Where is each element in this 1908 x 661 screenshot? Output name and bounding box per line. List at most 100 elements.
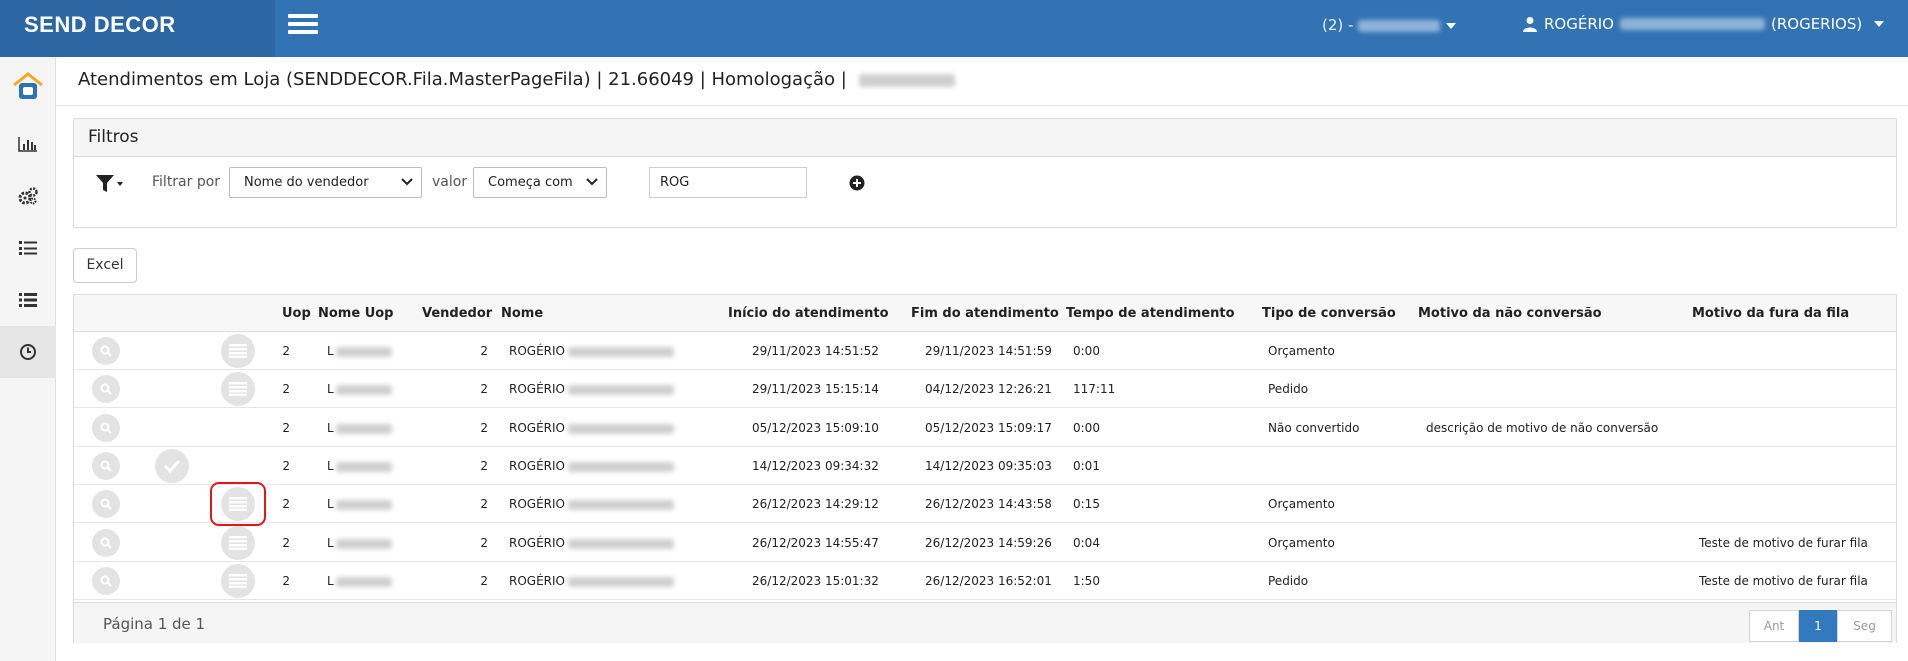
filters-panel: Filtros Filtrar por Nome do vendedor val… bbox=[73, 118, 1897, 228]
col-fim[interactable]: Fim do atendimento bbox=[911, 306, 1059, 321]
excel-export-button[interactable]: Excel bbox=[73, 248, 137, 283]
cell-tipo: Orçamento bbox=[1268, 344, 1335, 358]
filter-operator-select[interactable]: Começa com bbox=[473, 167, 607, 198]
environment-redacted bbox=[858, 73, 955, 87]
col-motivo-fura[interactable]: Motivo da fura da fila bbox=[1692, 306, 1849, 321]
filter-field-select[interactable]: Nome do vendedor bbox=[229, 167, 422, 198]
col-motivo-nao[interactable]: Motivo da não conversão bbox=[1418, 306, 1602, 321]
cell-vendedor: 2 bbox=[480, 535, 488, 550]
view-button[interactable] bbox=[92, 490, 120, 519]
user-menu[interactable]: ROGÉRIO (ROGERIOS) bbox=[1522, 15, 1885, 33]
table-row[interactable]: 2 L 2 ROGÉRIO 14/12/2023 09:34:32 14/12/2023 … bbox=[74, 447, 1896, 485]
table-row[interactable]: 2 L 2 ROGÉRIO 29/11/2023 15:15:14 04/12/2023 … bbox=[74, 370, 1896, 409]
store-selector[interactable]: (2) - bbox=[1322, 16, 1457, 34]
prev-page-button[interactable]: Ant bbox=[1749, 610, 1799, 642]
pagination: Ant 1 Seg bbox=[1749, 610, 1892, 642]
cell-inicio: 29/11/2023 14:51:52 bbox=[752, 344, 879, 358]
col-inicio[interactable]: Início do atendimento bbox=[728, 306, 889, 321]
search-icon bbox=[100, 383, 112, 396]
details-button[interactable] bbox=[221, 563, 255, 598]
cell-fim: 05/12/2023 15:09:17 bbox=[925, 420, 1052, 435]
nome-uop-redacted bbox=[336, 423, 392, 434]
clock-icon bbox=[20, 344, 36, 360]
table-row[interactable]: 2 L 2 ROGÉRIO 29/11/2023 14:51:52 29/11/2023 … bbox=[74, 332, 1896, 370]
chevron-down-icon bbox=[1446, 22, 1457, 29]
cell-tempo: 117:11 bbox=[1073, 382, 1116, 397]
col-vendedor[interactable]: Vendedor bbox=[422, 306, 492, 321]
table-header: Uop Nome Uop Vendedor Nome Início do ate… bbox=[74, 295, 1896, 332]
col-tipo[interactable]: Tipo de conversão bbox=[1262, 306, 1396, 321]
page-title: Atendimentos em Loja (SENDDECOR.Fila.Mas… bbox=[78, 69, 955, 90]
cell-uop: 2 bbox=[282, 420, 290, 435]
view-button[interactable] bbox=[92, 337, 120, 365]
next-page-button[interactable]: Seg bbox=[1837, 610, 1892, 642]
menu-icon[interactable] bbox=[288, 14, 318, 36]
view-button[interactable] bbox=[92, 566, 120, 595]
cell-tempo: 1:50 bbox=[1073, 573, 1100, 588]
cell-nome-uop: L bbox=[327, 458, 334, 473]
nome-redacted bbox=[568, 461, 674, 472]
filter-value-input[interactable]: ROG bbox=[649, 167, 807, 198]
col-tempo[interactable]: Tempo de atendimento bbox=[1066, 306, 1235, 321]
cell-nome: ROGÉRIO bbox=[509, 497, 565, 512]
details-button[interactable] bbox=[221, 334, 255, 368]
store-name-redacted bbox=[1358, 19, 1441, 32]
view-button[interactable] bbox=[92, 413, 120, 442]
page-1-button[interactable]: 1 bbox=[1799, 610, 1837, 642]
bar-chart-icon bbox=[18, 137, 37, 152]
nome-redacted bbox=[568, 385, 674, 396]
nome-uop-redacted bbox=[336, 461, 392, 472]
cell-tempo: 0:00 bbox=[1073, 420, 1100, 435]
filter-funnel-button[interactable] bbox=[95, 174, 125, 198]
cell-fim: 04/12/2023 12:26:21 bbox=[925, 382, 1052, 397]
col-nome-uop[interactable]: Nome Uop bbox=[318, 306, 394, 321]
cell-inicio: 26/12/2023 14:55:47 bbox=[752, 535, 879, 550]
sidebar-item-reports[interactable] bbox=[0, 118, 56, 170]
view-button[interactable] bbox=[92, 528, 120, 557]
cell-tempo: 0:04 bbox=[1073, 535, 1100, 550]
sidebar-item-settings[interactable] bbox=[0, 170, 56, 222]
gears-icon bbox=[18, 187, 38, 205]
list-details-icon bbox=[229, 535, 247, 550]
cell-uop: 2 bbox=[282, 382, 290, 397]
cell-vendedor: 2 bbox=[480, 420, 488, 435]
table-row[interactable]: 2 L 2 ROGÉRIO 26/12/2023 15:01:32 26/12/2023 … bbox=[74, 562, 1896, 600]
sidebar-item-queue[interactable] bbox=[0, 222, 56, 274]
table-row[interactable]: 2 L 2 ROGÉRIO 26/12/2023 14:29:12 26/12/2023 … bbox=[74, 482, 1896, 527]
add-filter-button[interactable] bbox=[849, 175, 865, 195]
cell-nome: ROGÉRIO bbox=[509, 535, 565, 550]
details-button[interactable] bbox=[221, 525, 255, 560]
col-uop[interactable]: Uop bbox=[282, 306, 311, 321]
cell-motivo-fura: Teste de motivo de furar fila bbox=[1699, 573, 1868, 588]
top-bar: SEND DECOR (2) - ROGÉRIO (ROGERIOS) bbox=[0, 0, 1908, 57]
cell-inicio: 29/11/2023 15:15:14 bbox=[752, 382, 879, 397]
cell-vendedor: 2 bbox=[480, 573, 488, 588]
confirm-button[interactable] bbox=[155, 448, 189, 483]
view-button[interactable] bbox=[92, 375, 120, 404]
sidebar-item-home[interactable] bbox=[0, 61, 56, 113]
list-details-icon bbox=[229, 382, 247, 397]
cell-vendedor: 2 bbox=[480, 344, 488, 358]
sidebar-item-history[interactable] bbox=[0, 326, 56, 378]
cell-nome-uop: L bbox=[327, 535, 334, 550]
search-icon bbox=[100, 422, 112, 434]
search-icon bbox=[100, 575, 112, 587]
cell-nome: ROGÉRIO bbox=[509, 458, 565, 473]
details-button[interactable] bbox=[221, 372, 255, 407]
check-icon bbox=[163, 459, 181, 473]
page-info: Página 1 de 1 bbox=[103, 615, 206, 633]
col-nome[interactable]: Nome bbox=[501, 306, 543, 321]
brand-logo[interactable]: SEND DECOR bbox=[0, 0, 275, 57]
cell-uop: 2 bbox=[282, 458, 290, 473]
cell-uop: 2 bbox=[282, 573, 290, 588]
sidebar-item-list[interactable] bbox=[0, 274, 56, 326]
cell-tipo: Não convertido bbox=[1268, 420, 1360, 435]
user-icon bbox=[1523, 17, 1537, 32]
table-row[interactable]: 2 L 2 ROGÉRIO 05/12/2023 15:09:10 05/12/2023 … bbox=[74, 409, 1896, 447]
nome-redacted bbox=[568, 576, 674, 587]
value-label: valor bbox=[432, 174, 468, 190]
view-button[interactable] bbox=[92, 451, 120, 480]
search-icon bbox=[100, 537, 112, 549]
table-row[interactable]: 2 L 2 ROGÉRIO 26/12/2023 14:55:47 26/12/2023 … bbox=[74, 524, 1896, 562]
table-footer: Página 1 de 1 Ant 1 Seg bbox=[74, 602, 1896, 643]
